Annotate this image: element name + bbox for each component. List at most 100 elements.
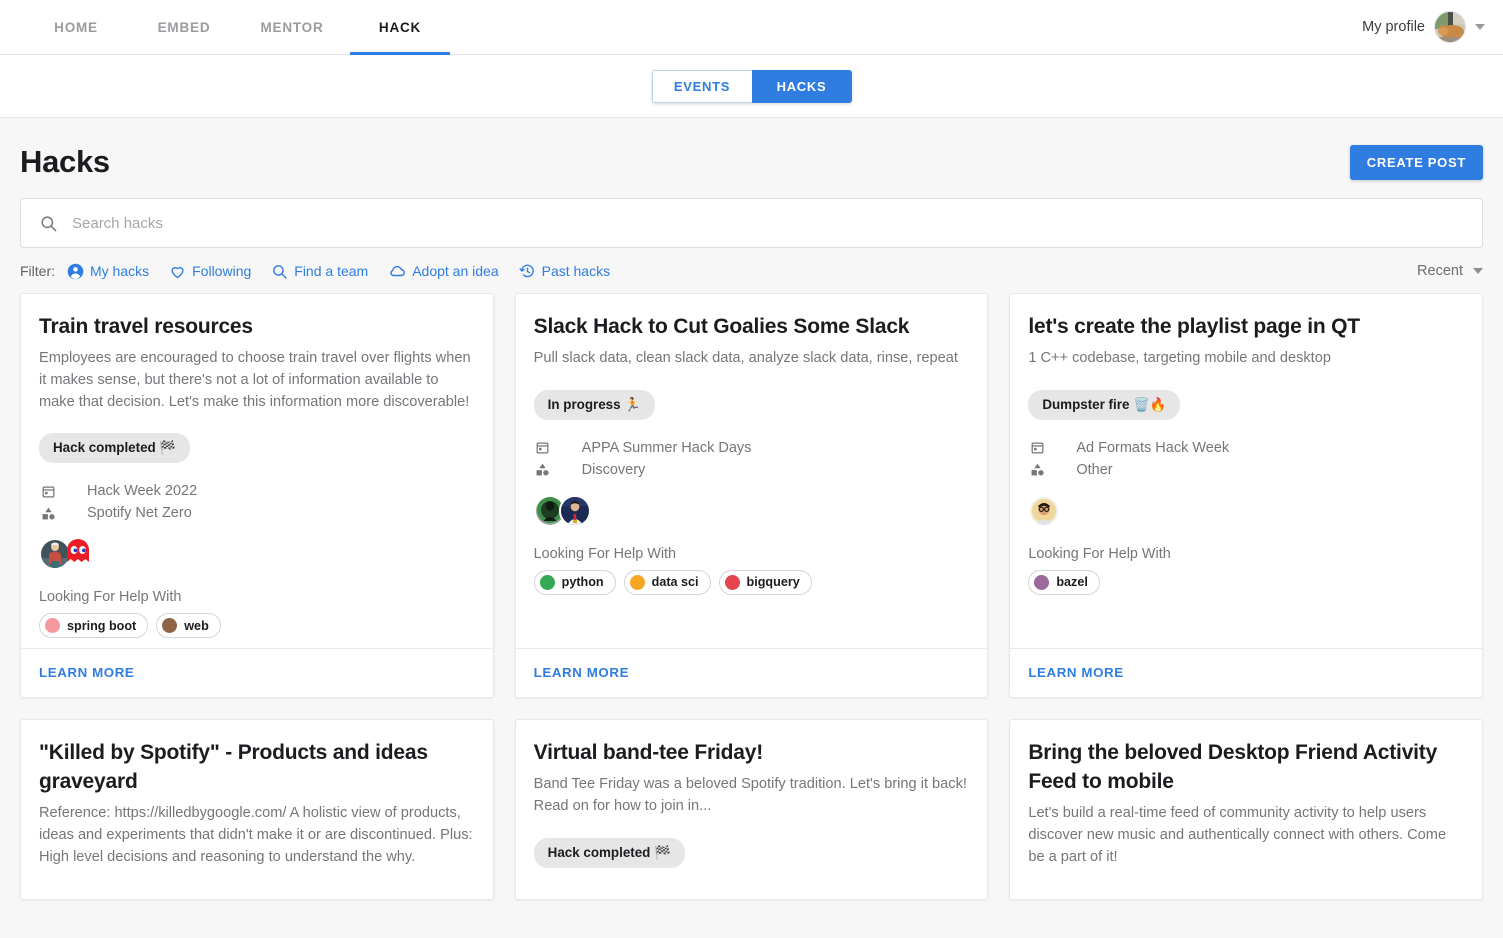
filter-my-hacks[interactable]: My hacks: [67, 263, 149, 280]
hack-card-avatars: [1028, 494, 1464, 528]
hack-card-event-label: Hack Week 2022: [87, 483, 198, 500]
top-navigation-bar: HOME EMBED MENTOR HACK My profile: [0, 0, 1503, 55]
segmented-control: EVENTS HACKS: [651, 69, 852, 103]
events-hacks-toggle-row: EVENTS HACKS: [0, 55, 1503, 118]
status-badge: In progress 🏃: [533, 389, 655, 420]
tag-label: python: [561, 575, 604, 590]
tag-chip[interactable]: python: [533, 569, 616, 595]
hack-card[interactable]: Train travel resources Employees are enc…: [20, 293, 494, 699]
hack-card-body: Slack Hack to Cut Goalies Some Slack Pul…: [516, 294, 988, 648]
hack-card-body: Bring the beloved Desktop Friend Activit…: [1010, 720, 1482, 898]
hack-card-tags: bazel: [1028, 569, 1464, 595]
hack-card-description: Pull slack data, clean slack data, analy…: [533, 349, 958, 366]
hack-card-title: Bring the beloved Desktop Friend Activit…: [1028, 741, 1438, 794]
calendar-icon: [534, 440, 552, 455]
hack-card-description: Band Tee Friday was a beloved Spotify tr…: [533, 776, 967, 815]
tag-color-dot: [45, 618, 60, 634]
nav-tab-home[interactable]: HOME: [22, 0, 130, 54]
filter-following[interactable]: Following: [169, 263, 251, 280]
chevron-down-icon: [1473, 268, 1483, 274]
hack-card-title: Virtual band-tee Friday!: [533, 741, 764, 765]
hack-card-event: Hack Week 2022: [39, 483, 475, 499]
hack-card-category-label: Other: [1076, 461, 1113, 478]
tab-events[interactable]: EVENTS: [651, 69, 752, 103]
status-badge: Dumpster fire 🗑️🔥: [1028, 389, 1181, 420]
hack-card-category: Other: [1028, 462, 1464, 478]
hack-card-footer: LEARN MORE: [21, 648, 493, 697]
hack-card-title: "Killed by Spotify" - Products and ideas…: [39, 741, 428, 794]
learn-more-link[interactable]: LEARN MORE: [1028, 665, 1123, 680]
tag-chip[interactable]: bazel: [1028, 569, 1100, 595]
sort-dropdown[interactable]: Recent: [1417, 263, 1483, 279]
search-icon: [273, 264, 287, 279]
hack-card-body: Virtual band-tee Friday! Band Tee Friday…: [516, 720, 988, 898]
nav-tab-home-label: HOME: [54, 19, 98, 35]
hack-card-event: Ad Formats Hack Week: [1028, 440, 1464, 456]
tag-chip[interactable]: spring boot: [39, 613, 149, 639]
hack-card-tags: spring boot web: [39, 613, 475, 639]
nav-tab-hack[interactable]: HACK: [346, 0, 454, 55]
shapes-category-icon: [534, 462, 552, 477]
sort-value: Recent: [1417, 263, 1463, 279]
nav-tab-mentor[interactable]: MENTOR: [238, 0, 346, 54]
hack-card-description: Let's build a real-time feed of communit…: [1028, 804, 1447, 865]
filter-find-a-team[interactable]: Find a team: [271, 263, 368, 280]
filter-my-hacks-label: My hacks: [90, 263, 150, 279]
shapes-category-icon: [1028, 462, 1046, 477]
learn-more-link[interactable]: LEARN MORE: [534, 665, 629, 680]
calendar-icon: [1028, 440, 1046, 455]
tag-color-dot: [1034, 574, 1050, 590]
red-pacman-ghost-avatar[interactable]: [64, 538, 96, 570]
tag-label: data sci: [651, 575, 699, 590]
filter-find-a-team-label: Find a team: [294, 263, 369, 279]
hack-card-footer: LEARN MORE: [1010, 648, 1482, 697]
person-icon: [67, 263, 84, 279]
hack-card-description: Employees are encouraged to choose train…: [39, 349, 471, 410]
heart-outline-icon: [171, 266, 184, 278]
athlete-photo-avatar[interactable]: [558, 494, 591, 527]
filter-past-hacks[interactable]: Past hacks: [519, 263, 610, 280]
hacks-grid: Train travel resources Employees are enc…: [20, 293, 1483, 900]
create-post-button[interactable]: CREATE POST: [1349, 144, 1483, 180]
avatar[interactable]: [1434, 11, 1466, 43]
tab-hacks[interactable]: HACKS: [751, 69, 852, 103]
hack-card-title: let's create the playlist page in QT: [1028, 315, 1360, 338]
looking-for-help-label: Looking For Help With: [39, 589, 182, 606]
nav-tab-embed-label: EMBED: [157, 19, 211, 35]
hack-card-title: Train travel resources: [39, 315, 253, 338]
tag-chip[interactable]: data sci: [623, 569, 711, 595]
hack-card[interactable]: "Killed by Spotify" - Products and ideas…: [20, 719, 494, 900]
tag-color-dot: [539, 574, 555, 590]
filter-label: Filter:: [20, 263, 55, 279]
page-title: Hacks: [20, 144, 110, 179]
tag-chip[interactable]: bigquery: [718, 569, 812, 595]
status-badge: Hack completed 🏁: [533, 837, 685, 868]
hack-card-description: 1 C++ codebase, targeting mobile and des…: [1028, 349, 1331, 366]
tag-chip[interactable]: web: [156, 613, 221, 639]
shapes-category-icon: [39, 506, 57, 521]
person-glasses-photo-avatar[interactable]: [1028, 494, 1061, 527]
profile-menu[interactable]: My profile: [1362, 0, 1503, 54]
search-input[interactable]: [72, 199, 1464, 247]
tag-label: bigquery: [746, 575, 800, 590]
hack-card[interactable]: Slack Hack to Cut Goalies Some Slack Pul…: [514, 293, 989, 699]
hack-card[interactable]: let's create the playlist page in QT 1 C…: [1009, 293, 1483, 699]
tag-color-dot: [162, 618, 178, 634]
hack-card-avatars: [39, 537, 475, 571]
cloud-outline-icon: [390, 265, 406, 277]
nav-tab-embed[interactable]: EMBED: [130, 0, 238, 54]
hack-card[interactable]: Bring the beloved Desktop Friend Activit…: [1009, 719, 1483, 900]
filter-adopt-an-idea[interactable]: Adopt an idea: [388, 262, 499, 280]
hack-card-event-label: APPA Summer Hack Days: [581, 439, 752, 456]
tag-label: web: [184, 618, 209, 633]
learn-more-link[interactable]: LEARN MORE: [39, 665, 134, 680]
chevron-down-icon[interactable]: [1475, 24, 1485, 30]
hack-card-footer: LEARN MORE: [515, 648, 988, 697]
cat-photo-avatar: [1435, 12, 1465, 42]
looking-for-help-label: Looking For Help With: [533, 545, 677, 562]
search-bar[interactable]: [20, 198, 1483, 248]
tab-events-label: EVENTS: [673, 78, 731, 94]
hack-card-body: Train travel resources Employees are enc…: [21, 294, 493, 648]
hack-card[interactable]: Virtual band-tee Friday! Band Tee Friday…: [514, 719, 989, 900]
profile-label: My profile: [1362, 19, 1425, 35]
